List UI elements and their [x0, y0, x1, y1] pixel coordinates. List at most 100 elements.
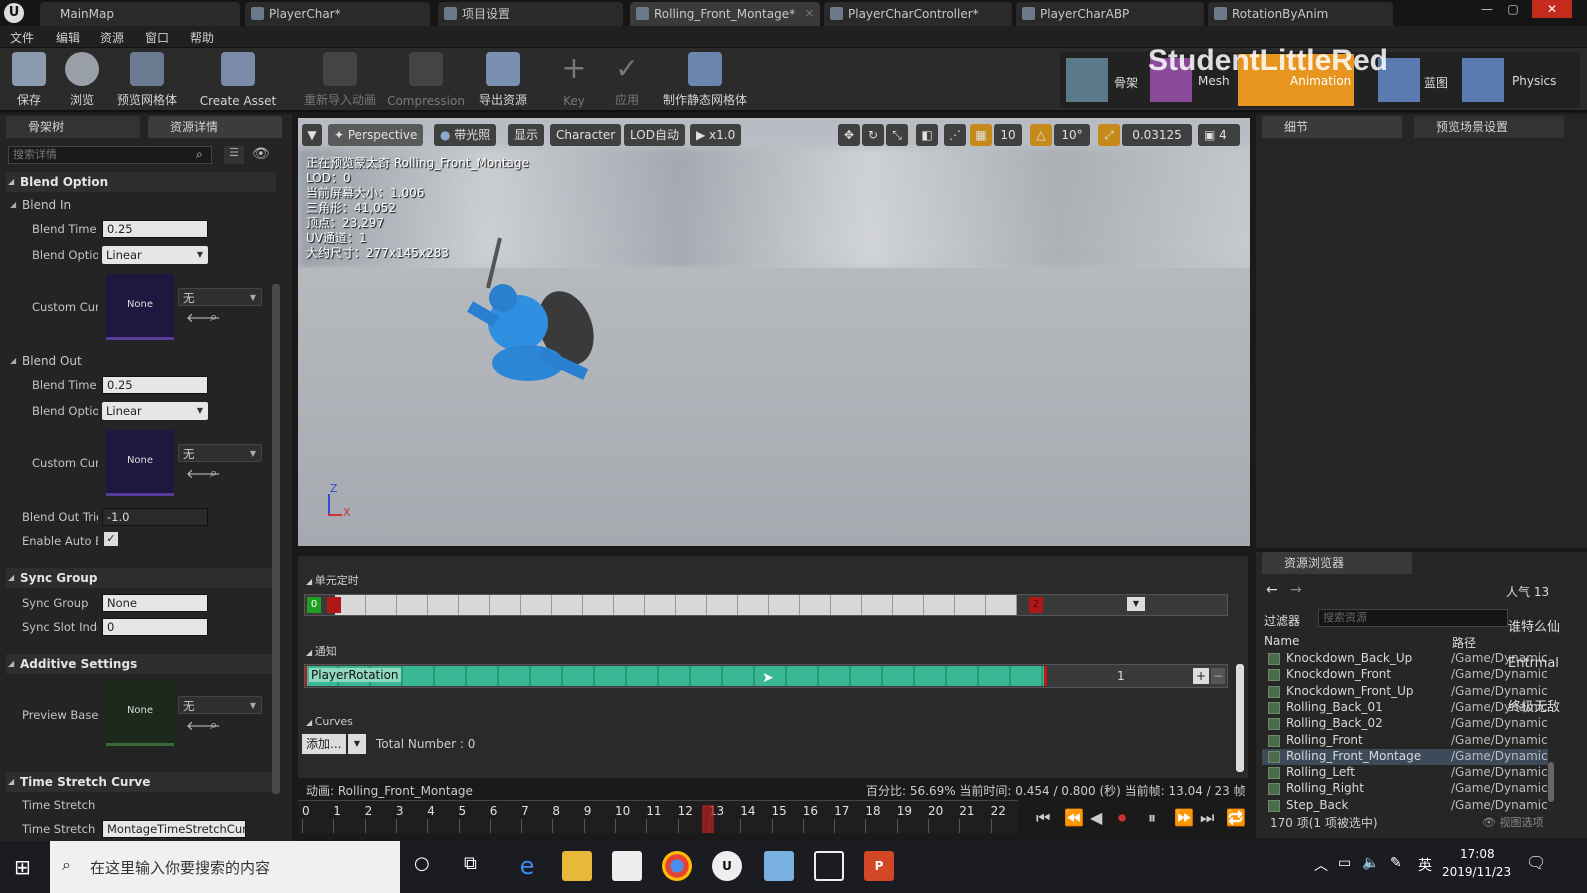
section-cell[interactable] [521, 595, 552, 615]
chart-app-icon[interactable] [814, 851, 844, 881]
tab-playercharcontroller[interactable]: PlayerCharController* [824, 2, 1012, 26]
tab-playercharabp[interactable]: PlayerCharABP [1016, 2, 1204, 26]
reimport-button[interactable]: 重新导入动画 [300, 52, 380, 110]
section-cell[interactable] [583, 595, 614, 615]
notifies-header[interactable]: ◢ 通知 [306, 643, 337, 659]
translate-tool-icon[interactable]: ✥ [838, 124, 860, 146]
browse-asset-icon[interactable]: ⌕ [210, 310, 217, 325]
asset-row[interactable]: Knockdown_Back_Up/Game/Dynamic [1262, 651, 1548, 667]
tab-project-settings[interactable]: 项目设置 [438, 2, 623, 26]
grid-size-value[interactable]: 10 [994, 124, 1022, 146]
browse-asset-icon[interactable]: ⌕ [210, 466, 217, 481]
mode-skeleton[interactable] [1066, 58, 1108, 102]
asset-row[interactable]: Rolling_Back_01/Game/Dynamic [1262, 700, 1548, 716]
asset-row[interactable]: Knockdown_Front_Up/Game/Dynamic [1262, 684, 1548, 700]
sections-header[interactable]: ◢ 单元定时 [306, 572, 359, 588]
section-end-marker[interactable]: 2 [1029, 597, 1043, 613]
section-cell[interactable] [428, 595, 459, 615]
cortana-icon[interactable]: ○ [414, 853, 430, 874]
blend-out-curve-thumbnail[interactable]: None [106, 430, 174, 496]
tab-rotationbyanim[interactable]: RotationByAnim [1208, 2, 1393, 26]
sync-slot-index-input[interactable]: 0 [102, 618, 208, 636]
section-additive-settings[interactable]: Additive Settings [6, 654, 276, 674]
show-button[interactable]: 显示 [508, 124, 545, 146]
asset-search-input[interactable]: 搜索资源 [1318, 609, 1508, 627]
tab-asset-details[interactable]: 资源详情 [148, 116, 282, 138]
lit-mode-button[interactable]: ● 带光照 [434, 124, 497, 146]
blend-in-option-select[interactable]: Linear [102, 246, 208, 264]
timeline-scrubber[interactable]: 0 1 2 3 4 5 6 7 8 9 10 11 12 13 14 15 16 17 18 19 20 21 22 [298, 800, 1018, 834]
section-cell[interactable] [769, 595, 800, 615]
file-explorer-icon[interactable] [562, 851, 592, 881]
section-cell[interactable] [738, 595, 769, 615]
subsection-blend-out[interactable]: Blend Out [10, 354, 82, 368]
edge-icon[interactable]: e [512, 851, 542, 881]
section-cell[interactable] [490, 595, 521, 615]
blend-in-curve-thumbnail[interactable]: None [106, 274, 174, 340]
section-start-marker[interactable]: 0 [307, 597, 321, 613]
section-cell[interactable] [924, 595, 955, 615]
store-icon[interactable] [612, 851, 642, 881]
network-icon[interactable]: ▭ [1338, 855, 1351, 871]
menu-asset[interactable]: 资源 [100, 29, 124, 46]
clock-time[interactable]: 17:08 [1460, 847, 1495, 861]
browse-button[interactable]: 浏览 [58, 52, 106, 110]
blend-out-time-input[interactable]: 0.25 [102, 376, 208, 394]
unreal-logo-icon[interactable]: U [4, 3, 24, 23]
blend-in-time-input[interactable]: 0.25 [102, 220, 208, 238]
make-static-mesh-button[interactable]: 制作静态网格体 [660, 52, 750, 110]
tab-content-browser[interactable]: 资源浏览器 [1262, 552, 1412, 574]
taskbar-search-box[interactable]: ⌕ 在这里输入你要搜索的内容 [50, 841, 400, 893]
pen-icon[interactable]: ✎ [1390, 855, 1402, 871]
skip-to-end-icon[interactable]: ⏭ [1200, 808, 1214, 828]
tab-playerchar[interactable]: PlayerChar* [245, 2, 430, 26]
preview-base-thumbnail[interactable]: None [106, 680, 174, 746]
menu-help[interactable]: 帮助 [190, 29, 214, 46]
tab-details[interactable]: 细节 [1262, 116, 1402, 138]
remove-notify-track-button[interactable]: − [1211, 668, 1225, 684]
section-cell[interactable] [862, 595, 893, 615]
preview-viewport[interactable]: ▼ ✦ Perspective ● 带光照 显示 Character LOD自动… [298, 118, 1250, 546]
asset-row[interactable]: Rolling_Left/Game/Dynamic [1262, 765, 1548, 781]
asset-row[interactable]: Rolling_Back_02/Game/Dynamic [1262, 716, 1548, 732]
section-sync-group[interactable]: Sync Group [6, 568, 276, 588]
blend-out-trigger-input[interactable]: -1.0 [102, 508, 208, 526]
sections-dropdown[interactable]: ▼ [1127, 597, 1145, 611]
skip-to-start-icon[interactable]: ⏮ [1036, 808, 1050, 828]
view-options-button[interactable]: 👁 视图选项 [1482, 814, 1543, 830]
scale-snap-value[interactable]: 0.03125 [1122, 124, 1192, 146]
montage-scrollbar[interactable] [1236, 664, 1244, 772]
section-cell[interactable] [955, 595, 986, 615]
key-button[interactable]: + Key [556, 52, 592, 110]
perspective-button[interactable]: ✦ Perspective [328, 124, 424, 146]
asset-row[interactable]: Rolling_Right/Game/Dynamic [1262, 781, 1548, 797]
section-time-stretch-curve[interactable]: Time Stretch Curve [6, 772, 276, 792]
browse-asset-icon[interactable]: ⌕ [210, 718, 217, 733]
menu-window[interactable]: 窗口 [145, 29, 169, 46]
tab-rolling-front-montage[interactable]: Rolling_Front_Montage* ✕ [630, 2, 820, 26]
maximize-button[interactable]: ▢ [1504, 2, 1522, 18]
menu-file[interactable]: 文件 [10, 29, 34, 46]
section-cell[interactable] [800, 595, 831, 615]
menu-edit[interactable]: 编辑 [56, 29, 80, 46]
rotation-snap-value[interactable]: 10° [1054, 124, 1090, 146]
asset-row[interactable]: Rolling_Front/Game/Dynamic [1262, 733, 1548, 749]
playhead[interactable] [702, 805, 714, 833]
add-curve-button[interactable]: 添加... [302, 734, 346, 754]
section-cell[interactable] [614, 595, 645, 615]
preview-base-select[interactable]: 无 [178, 696, 262, 715]
section-blend-option[interactable]: Blend Option [6, 172, 276, 192]
save-button[interactable]: 保存 [6, 52, 52, 110]
rotate-tool-icon[interactable]: ↻ [862, 124, 884, 146]
section-cell[interactable] [893, 595, 924, 615]
task-view-icon[interactable]: ⧉ [464, 853, 477, 874]
add-notify-track-button[interactable]: + [1193, 668, 1209, 684]
section-cell[interactable] [645, 595, 676, 615]
sync-group-input[interactable]: None [102, 594, 208, 612]
chrome-icon[interactable] [662, 851, 692, 881]
subsection-blend-in[interactable]: Blend In [10, 198, 71, 212]
scale-tool-icon[interactable]: ⤡ [886, 124, 908, 146]
pause-icon[interactable]: ⏸ [1148, 808, 1156, 828]
time-stretch-input[interactable]: MontageTimeStretchCurv [102, 820, 246, 838]
col-name-header[interactable]: Name [1264, 634, 1299, 648]
